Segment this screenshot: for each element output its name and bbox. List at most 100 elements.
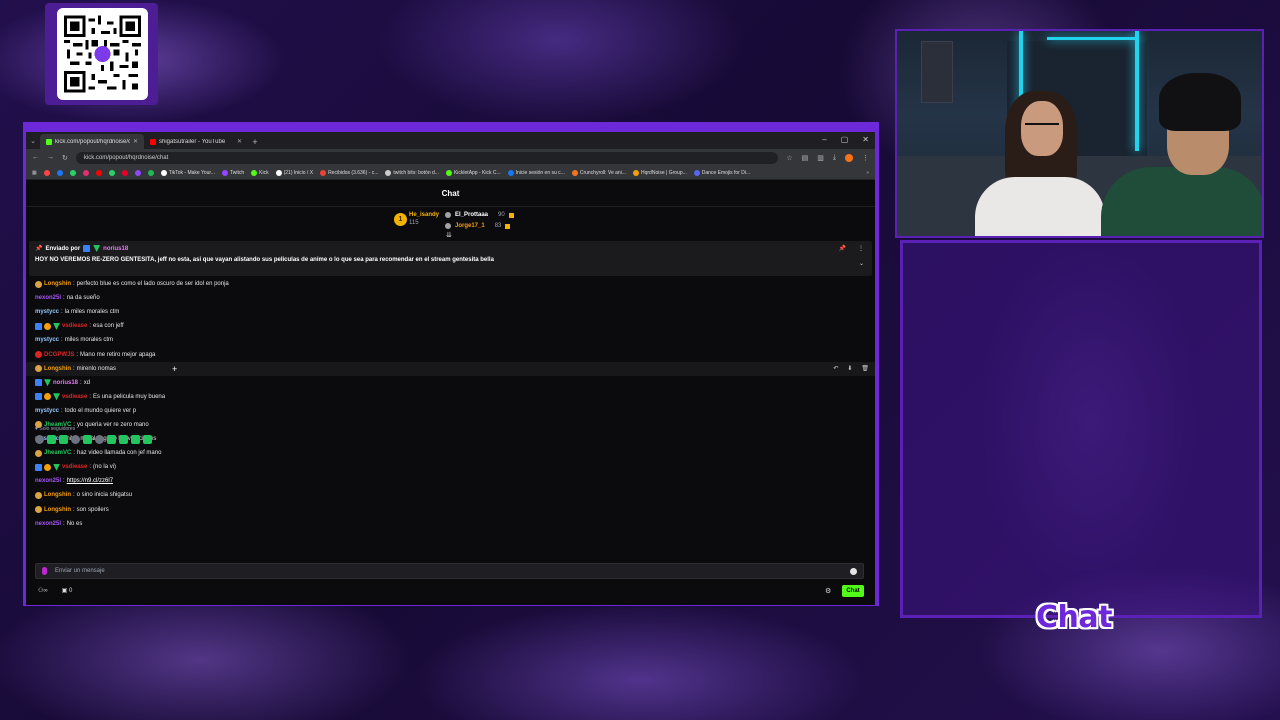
apps-icon[interactable]: ▦ (32, 170, 37, 176)
chat-message[interactable]: nexon25l: https://n9.cl/zz6l7 (35, 474, 866, 488)
chat-username[interactable]: Longshin (44, 366, 71, 372)
chat-username[interactable]: mystycc (35, 337, 59, 343)
emote-icon[interactable] (47, 435, 56, 444)
pinned-username[interactable]: norius18 (103, 246, 128, 252)
tab-youtube[interactable]: shigatsutrailer - YouTube ✕ (144, 134, 248, 149)
new-tab-button[interactable]: + (248, 134, 262, 149)
bookmark-item[interactable]: Kick (251, 169, 269, 176)
close-tab-icon[interactable]: ✕ (237, 138, 242, 145)
download-icon[interactable]: ⤓ (833, 154, 836, 162)
close-tab-icon[interactable]: ✕ (133, 138, 138, 145)
star-icon[interactable]: ☆ (786, 154, 792, 162)
extensions-icon[interactable]: ▤ (802, 154, 809, 162)
bookmark-icon[interactable] (95, 169, 102, 176)
bookmark-icon[interactable] (147, 169, 154, 176)
emote-icon[interactable] (59, 435, 68, 444)
chat-message[interactable]: mystycc: miles morales ctm (35, 333, 866, 347)
emote-icon[interactable] (83, 435, 92, 444)
bookmark-icon[interactable] (134, 169, 141, 176)
bookmark-icon[interactable] (43, 169, 50, 176)
forward-icon[interactable]: → (47, 154, 54, 161)
leaderboard-third[interactable]: Jorge17_1 83 (445, 223, 511, 229)
chat-username[interactable]: DCGPWJS (44, 352, 74, 358)
emote-icon[interactable] (35, 435, 44, 444)
bookmark-item[interactable]: TikTok - Make Your... (160, 169, 215, 176)
chat-username[interactable]: vsdiease (62, 394, 87, 400)
unpin-icon[interactable]: 📌 (839, 245, 846, 252)
bookmark-icon[interactable] (108, 169, 115, 176)
bookmark-item[interactable]: twitch bits: botón d... (385, 169, 439, 176)
emote-icon[interactable] (131, 435, 140, 444)
back-icon[interactable]: ← (32, 154, 39, 161)
chat-username[interactable]: vsdiease (62, 323, 87, 329)
send-chat-button[interactable]: Chat (842, 585, 864, 597)
chat-username[interactable]: nexon25l (35, 478, 61, 484)
bookmark-icon[interactable] (121, 169, 128, 176)
pin-icon[interactable]: ⬇ (847, 365, 852, 372)
delete-icon[interactable]: 🗑 (861, 365, 869, 372)
bookmark-item[interactable]: (21) Inicio / X (275, 169, 313, 176)
leaderboard-second[interactable]: El_Prottaaa 90 (445, 212, 514, 218)
more-bookmarks-icon[interactable]: » (866, 170, 869, 176)
chat-message[interactable]: vsdiease: (no la vi) (35, 460, 866, 474)
emoji-picker-icon[interactable] (850, 567, 857, 575)
chat-message[interactable]: Longshin: perfecto blue es como el lado o… (35, 277, 866, 291)
microphone-icon[interactable] (42, 567, 47, 575)
close-window-icon[interactable]: ✕ (862, 135, 869, 144)
chat-message[interactable]: mystycc: la miles morales ctm (35, 305, 866, 319)
sidepanel-icon[interactable]: ▥ (817, 154, 824, 162)
chat-message[interactable]: Longshin: mirenlo nomas + ↶ ⬇ 🗑 (26, 361, 875, 376)
bookmark-item[interactable]: Dance Emojis for Di... (693, 169, 750, 176)
bookmark-item[interactable]: Crunchyroll: Ve ani... (571, 169, 626, 176)
chat-message[interactable]: Longshin: son spoilers (35, 503, 866, 517)
bookmark-item[interactable]: Inicie sesión en su c... (507, 169, 565, 176)
chat-username[interactable]: Longshin (44, 492, 71, 498)
chat-username[interactable]: mystycc (35, 309, 59, 315)
chat-message[interactable]: Longshin: o sino inicia shigatsu (35, 488, 866, 502)
chat-username[interactable]: nexon25l (35, 295, 61, 301)
bookmark-icon[interactable] (82, 169, 89, 176)
menu-icon[interactable]: ⋮ (862, 154, 869, 162)
bookmark-item[interactable]: Twitch (221, 169, 244, 176)
chat-message[interactable]: DCGPWJS: Mano me retiro mejor apaga (35, 347, 866, 361)
emote-icon[interactable] (71, 435, 80, 444)
chat-username[interactable]: vsdiease (62, 464, 87, 470)
expand-pinned-icon[interactable]: ⌄ (859, 260, 864, 267)
chat-link[interactable]: https://n9.cl/zz6l7 (67, 478, 113, 484)
chat-message[interactable]: JheamVC: haz video llamada con jef mano (35, 446, 866, 460)
chat-message[interactable]: mystycc: todo el mundo quiere ver p (35, 404, 866, 418)
emote-icon[interactable] (119, 435, 128, 444)
chat-message[interactable]: vsdiease: Es una pelicula muy buena (35, 390, 866, 404)
chat-message[interactable]: vsdiease: esa con jeff (35, 319, 866, 333)
tab-kick-chat[interactable]: kick.com/popout/hqrdnoise/ch ✕ (40, 134, 144, 149)
collapse-leaderboard-icon[interactable]: ⇊ (446, 231, 452, 239)
gift-counter[interactable]: ▣ 0 (62, 587, 73, 594)
chat-username[interactable]: mystycc (35, 408, 59, 414)
settings-icon[interactable]: ⚙ (825, 587, 831, 595)
minimize-icon[interactable]: – (822, 135, 826, 144)
chat-message[interactable]: JheamVC: yo queria ver re zero mano (35, 418, 866, 432)
tab-search-icon[interactable]: ⌄ (26, 132, 40, 149)
bookmark-icon[interactable] (69, 169, 76, 176)
emote-icon[interactable] (107, 435, 116, 444)
reply-icon[interactable]: ↶ (833, 365, 838, 372)
bookmark-item[interactable]: Recibidos (3.636) - c... (320, 169, 378, 176)
bookmark-item[interactable]: KickletApp - Kick C... (445, 169, 501, 176)
maximize-icon[interactable]: ▢ (841, 135, 849, 144)
users-icon[interactable]: ⚇∞ (38, 587, 48, 594)
chat-message[interactable]: nexon25l: No es (35, 517, 866, 531)
reload-icon[interactable]: ↻ (62, 154, 68, 162)
emote-icon[interactable] (143, 435, 152, 444)
chat-username[interactable]: JheamVC (44, 450, 71, 456)
profile-avatar[interactable] (845, 153, 853, 162)
leaderboard-first-name[interactable]: He_isandy (409, 212, 439, 218)
chat-username[interactable]: nexon25l (35, 521, 61, 527)
emote-icon[interactable] (95, 435, 104, 444)
chat-message[interactable]: mystycc:miles morales gano las votacione… (35, 432, 866, 446)
more-options-icon[interactable]: ⋮ (858, 245, 864, 252)
chat-username[interactable]: norius18 (53, 380, 78, 386)
chat-username[interactable]: Longshin (44, 281, 71, 287)
bookmark-icon[interactable] (56, 169, 63, 176)
bookmark-item[interactable]: HqrdNoise | Group... (633, 169, 687, 176)
chat-message[interactable]: nexon25l: na da sueño (35, 291, 866, 305)
